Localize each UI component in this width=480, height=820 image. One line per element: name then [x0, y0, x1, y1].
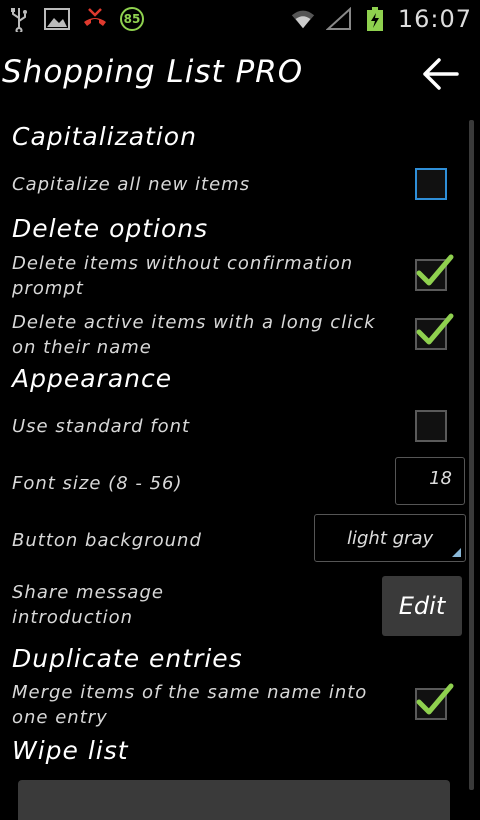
- merge-items-checkbox[interactable]: [415, 683, 454, 720]
- arrow-left-icon: [423, 58, 459, 90]
- merge-items-label: Merge items of the same name into one en…: [12, 682, 368, 728]
- share-message-label: Share message introduction: [12, 582, 164, 628]
- page-title: Shopping List PRO: [2, 54, 304, 90]
- image-icon: [44, 6, 70, 32]
- font-size-input[interactable]: 18: [395, 457, 465, 505]
- standard-font-checkbox[interactable]: [415, 410, 447, 442]
- checkmark-icon: [416, 313, 454, 345]
- capitalize-all-checkbox[interactable]: [415, 168, 447, 200]
- signal-icon: [325, 6, 352, 32]
- usb-icon: [6, 6, 32, 32]
- delete-long-click-checkbox[interactable]: [415, 313, 454, 350]
- battery-charging-icon: [362, 6, 388, 32]
- notification-icons: 85: [6, 4, 144, 34]
- scrollbar[interactable]: [469, 120, 474, 790]
- delete-no-confirm-checkbox[interactable]: [415, 254, 454, 291]
- button-background-value: light gray: [347, 528, 434, 549]
- standard-font-label: Use standard font: [12, 416, 191, 437]
- section-wipe-list: Wipe list: [12, 736, 129, 765]
- missed-call-icon: [82, 6, 108, 32]
- checkmark-icon: [416, 683, 454, 715]
- section-delete-options: Delete options: [12, 214, 209, 243]
- button-background-select[interactable]: light gray: [314, 514, 466, 562]
- system-icons: 16:07: [290, 4, 472, 34]
- battery-percent-badge: 85: [120, 7, 144, 31]
- capitalize-all-label: Capitalize all new items: [12, 174, 251, 195]
- dropdown-corner-icon: [452, 548, 461, 557]
- section-appearance: Appearance: [12, 364, 173, 393]
- section-duplicate-entries: Duplicate entries: [12, 644, 243, 673]
- preferences-list[interactable]: Capitalization Capitalize all new items …: [0, 110, 480, 820]
- action-bar: Shopping List PRO: [0, 38, 480, 110]
- status-bar: 85 16:07: [0, 0, 480, 38]
- edit-share-message-button[interactable]: Edit: [382, 576, 462, 636]
- delete-no-confirm-label: Delete items without confirmation prompt: [12, 253, 354, 299]
- wipe-list-button[interactable]: [18, 780, 450, 820]
- font-size-label: Font size (8 - 56): [12, 473, 183, 494]
- button-background-label: Button background: [12, 530, 202, 551]
- checkmark-icon: [416, 254, 454, 286]
- back-button[interactable]: [418, 52, 462, 96]
- delete-long-click-label: Delete active items with a long click on…: [12, 312, 376, 358]
- section-capitalization: Capitalization: [12, 122, 197, 151]
- wifi-icon: [290, 6, 316, 32]
- status-time: 16:07: [397, 5, 472, 33]
